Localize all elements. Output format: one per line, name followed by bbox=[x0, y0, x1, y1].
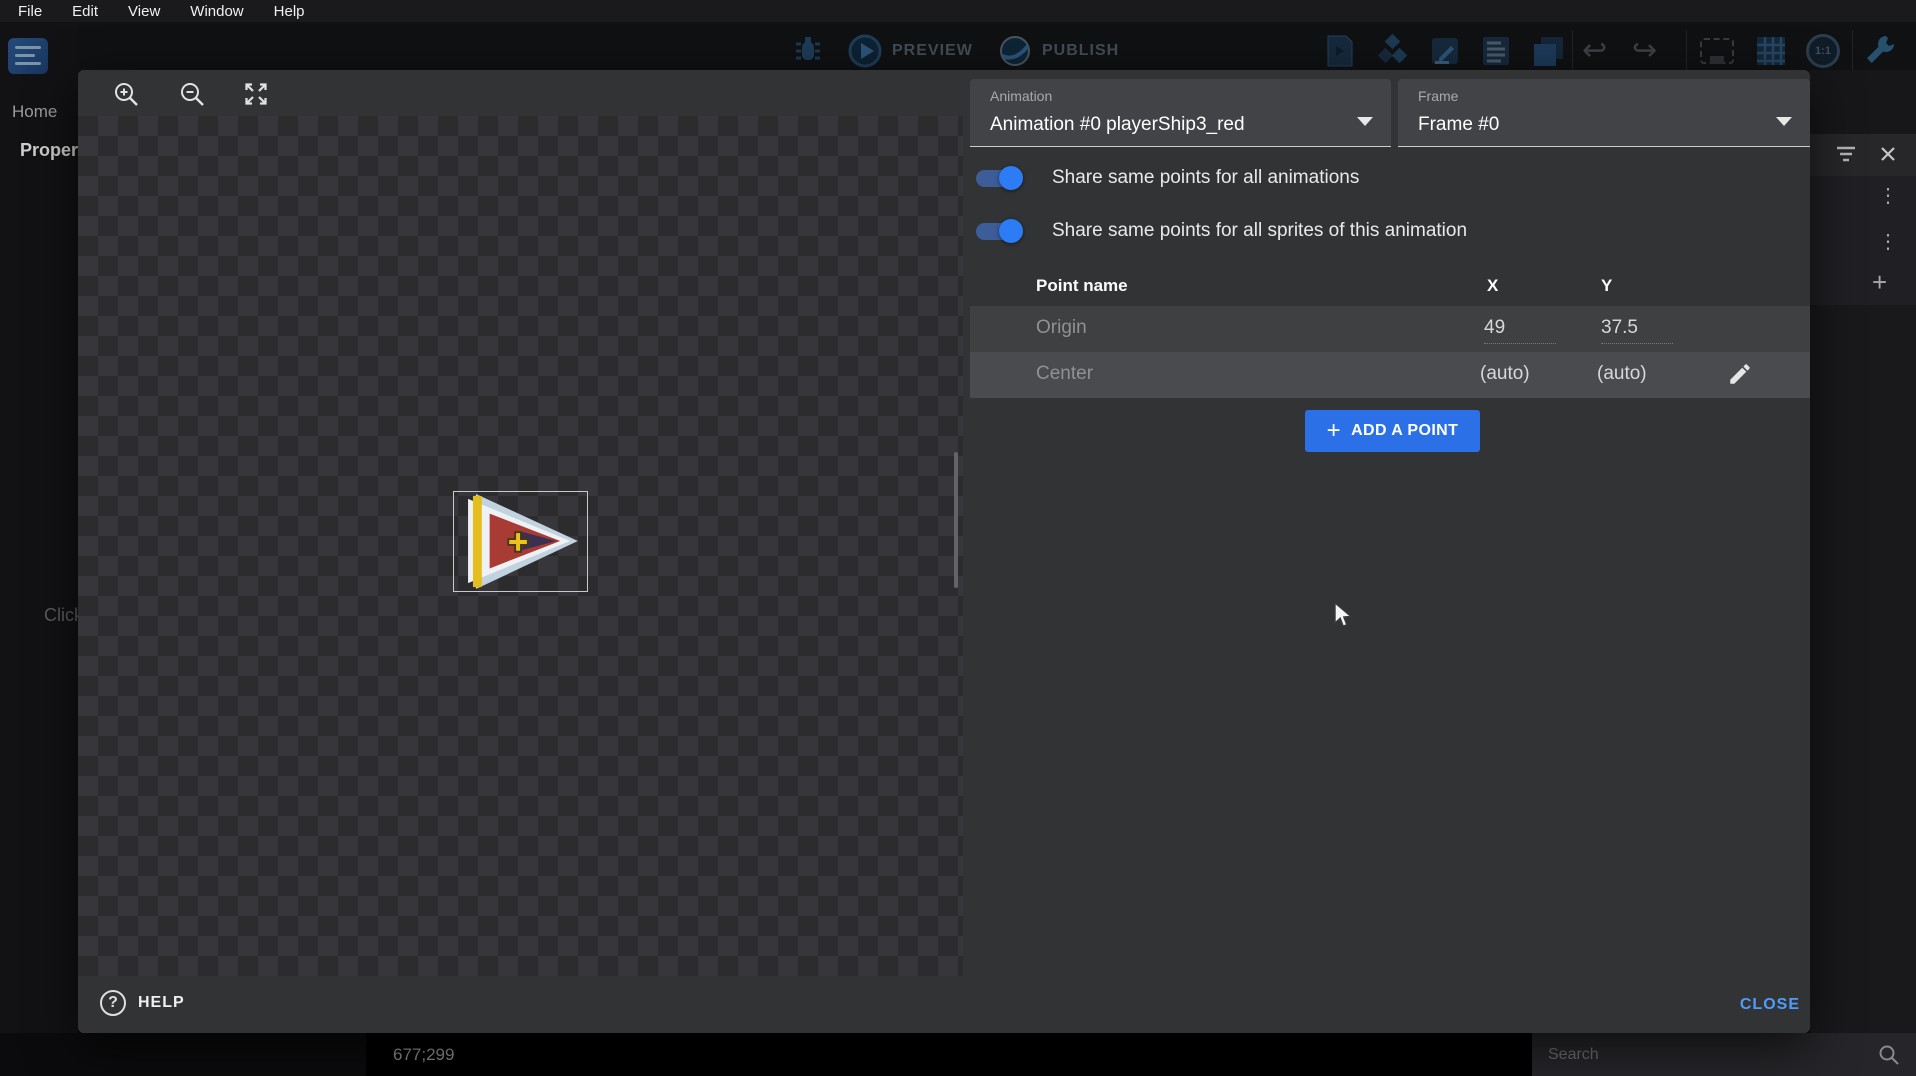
debugger-icon[interactable] bbox=[792, 34, 824, 70]
table-row-center: Center (auto) (auto) bbox=[970, 352, 1810, 398]
settings-wrench-icon[interactable] bbox=[1862, 32, 1898, 70]
grid-icon[interactable] bbox=[1754, 34, 1788, 68]
edit-scene-icon[interactable] bbox=[1427, 32, 1463, 70]
globe-icon bbox=[998, 34, 1032, 68]
frame-select-value: Frame #0 bbox=[1418, 114, 1499, 136]
instances-panel-header bbox=[1810, 134, 1916, 176]
animation-select[interactable]: Animation Animation #0 playerShip3_red bbox=[970, 79, 1391, 147]
plus-icon: + bbox=[1327, 421, 1341, 441]
center-x-value[interactable]: (auto) bbox=[1480, 363, 1530, 385]
search-box bbox=[1532, 1033, 1916, 1076]
expand-icon bbox=[242, 80, 270, 108]
preview-button[interactable]: PREVIEW bbox=[848, 34, 973, 68]
toolbar-separator bbox=[1572, 30, 1573, 72]
close-button[interactable]: CLOSE bbox=[1740, 996, 1800, 1014]
zoom-1-1-icon[interactable]: 1:1 bbox=[1806, 34, 1840, 68]
animation-select-value: Animation #0 playerShip3_red bbox=[990, 114, 1245, 136]
toolbar-separator bbox=[1852, 30, 1853, 72]
objects-icon[interactable] bbox=[1374, 32, 1410, 70]
zoom-in-icon bbox=[112, 80, 140, 108]
center-y-value[interactable]: (auto) bbox=[1597, 363, 1647, 385]
edit-point-button[interactable] bbox=[1727, 361, 1755, 389]
point-name: Center bbox=[1036, 363, 1093, 385]
redo-icon[interactable]: ↪ bbox=[1632, 36, 1657, 66]
background-left-panel: Home Proper Click bbox=[0, 22, 78, 1033]
add-point-button[interactable]: + ADD A POINT bbox=[1305, 410, 1480, 452]
properties-hint-text: Click bbox=[44, 605, 78, 626]
toggle-row-share-sprites: Share same points for all sprites of thi… bbox=[970, 213, 1810, 249]
search-input[interactable] bbox=[1532, 1046, 1878, 1064]
properties-panel-title: Proper bbox=[20, 140, 78, 161]
instances-panel-body: ⋮ ⋮ + bbox=[1810, 176, 1916, 305]
menu-file[interactable]: File bbox=[18, 3, 42, 20]
origin-x-field[interactable]: 49 bbox=[1484, 317, 1556, 344]
app-window: File Edit View Window Help PREVIEW PUBLI… bbox=[0, 0, 1916, 1076]
chevron-down-icon bbox=[1776, 117, 1792, 126]
toggle-thumb bbox=[999, 219, 1023, 243]
share-all-animations-toggle[interactable] bbox=[976, 170, 1020, 187]
dialog-footer: ? HELP CLOSE bbox=[78, 976, 1810, 1033]
mouse-cursor bbox=[1333, 602, 1353, 630]
cursor-coordinates: 677;299 bbox=[393, 1045, 454, 1065]
frame-select[interactable]: Frame Frame #0 bbox=[1398, 79, 1810, 147]
zoom-in-button[interactable] bbox=[106, 74, 146, 114]
search-icon bbox=[1878, 1044, 1900, 1066]
close-panel-icon[interactable] bbox=[1880, 146, 1896, 162]
menu-window[interactable]: Window bbox=[190, 3, 243, 20]
column-x: X bbox=[1487, 276, 1498, 296]
toolbar-separator bbox=[1686, 30, 1687, 72]
sprite-frame[interactable] bbox=[453, 491, 588, 592]
toggle-row-share-animations: Share same points for all animations bbox=[970, 160, 1810, 196]
pencil-icon bbox=[1727, 361, 1753, 387]
preview-label: PREVIEW bbox=[892, 42, 973, 60]
export-file-icon[interactable] bbox=[1322, 32, 1358, 70]
chevron-down-icon bbox=[1357, 117, 1373, 126]
column-point-name: Point name bbox=[1036, 276, 1128, 296]
events-list-icon[interactable] bbox=[1478, 32, 1514, 70]
toggle-label: Share same points for all sprites of thi… bbox=[1052, 220, 1467, 242]
menu-edit[interactable]: Edit bbox=[72, 3, 98, 20]
points-table-header: Point name X Y bbox=[970, 268, 1810, 306]
filter-icon[interactable] bbox=[1836, 146, 1856, 164]
more-options-icon[interactable]: ⋮ bbox=[1878, 232, 1898, 252]
tab-home[interactable]: Home bbox=[12, 102, 78, 122]
column-y: Y bbox=[1601, 276, 1612, 296]
help-button[interactable]: ? HELP bbox=[100, 990, 185, 1016]
zoom-out-button[interactable] bbox=[172, 74, 212, 114]
project-manager-icon[interactable] bbox=[8, 38, 48, 74]
fit-to-screen-button[interactable] bbox=[236, 74, 276, 114]
point-name: Origin bbox=[1036, 317, 1087, 339]
edit-points-dialog: Animation Animation #0 playerShip3_red F… bbox=[78, 70, 1810, 1033]
scene-canvas-edge: 677;299 bbox=[366, 1033, 1532, 1076]
undo-icon[interactable]: ↩ bbox=[1582, 36, 1607, 66]
origin-y-field[interactable]: 37.5 bbox=[1601, 317, 1673, 344]
canvas-scrollbar[interactable] bbox=[954, 452, 958, 588]
help-label: HELP bbox=[138, 994, 185, 1012]
frame-select-label: Frame bbox=[1418, 88, 1458, 104]
status-bar: 677;299 bbox=[0, 1033, 1916, 1076]
zoom-out-icon bbox=[178, 80, 206, 108]
selection-mask-icon[interactable] bbox=[1700, 38, 1734, 64]
background-right-panel bbox=[1810, 70, 1916, 134]
share-all-sprites-toggle[interactable] bbox=[976, 223, 1020, 240]
more-options-icon[interactable]: ⋮ bbox=[1878, 186, 1898, 206]
toggle-thumb bbox=[999, 166, 1023, 190]
animation-select-label: Animation bbox=[990, 88, 1052, 104]
publish-label: PUBLISH bbox=[1042, 42, 1119, 60]
layers-icon[interactable] bbox=[1530, 32, 1566, 70]
points-table: Point name X Y Origin 49 37.5 Center (au… bbox=[970, 268, 1810, 398]
menu-help[interactable]: Help bbox=[274, 3, 305, 20]
add-point-label: ADD A POINT bbox=[1351, 422, 1458, 440]
add-item-icon[interactable]: + bbox=[1872, 272, 1887, 292]
toggle-label: Share same points for all animations bbox=[1052, 167, 1359, 189]
background-right-fill bbox=[1810, 305, 1916, 1033]
help-icon: ? bbox=[100, 990, 126, 1016]
player-ship-sprite bbox=[454, 492, 587, 591]
sprite-preview-canvas bbox=[78, 70, 963, 976]
play-icon bbox=[848, 34, 882, 68]
menu-bar: File Edit View Window Help bbox=[0, 0, 1916, 22]
publish-button[interactable]: PUBLISH bbox=[998, 34, 1119, 68]
table-row-origin: Origin 49 37.5 bbox=[970, 306, 1810, 352]
menu-view[interactable]: View bbox=[128, 3, 160, 20]
